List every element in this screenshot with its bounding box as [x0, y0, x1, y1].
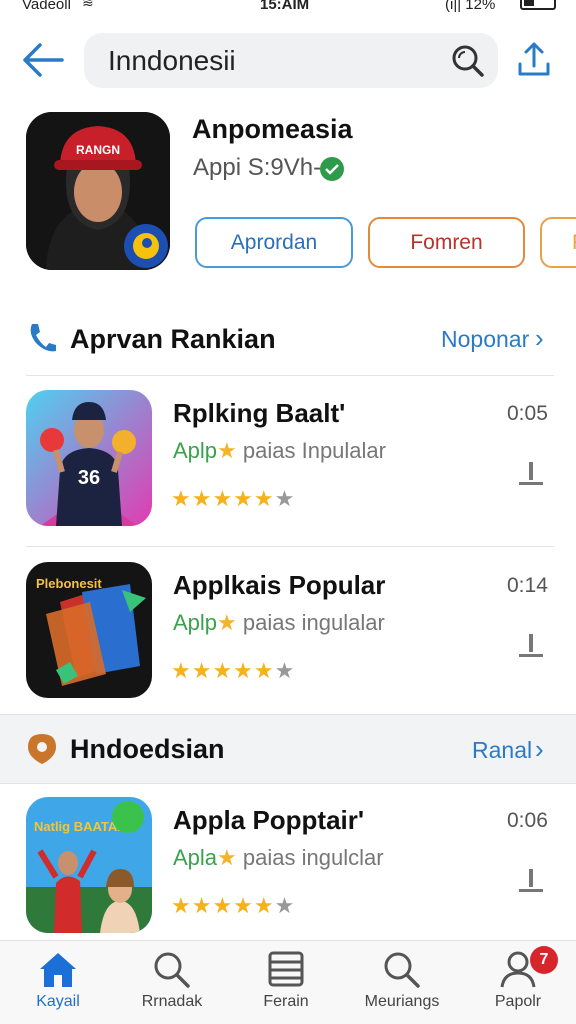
section-link[interactable]: Ranal	[472, 737, 532, 764]
verified-check-icon	[320, 157, 344, 181]
search-icon	[154, 952, 190, 988]
tab-search[interactable]: Rrnadak	[122, 949, 222, 1011]
search-input[interactable]: Inndonesii	[108, 45, 236, 77]
search-icon[interactable]	[450, 43, 486, 79]
featured-app-title: Anpomeasia	[192, 114, 353, 144]
rating-stars: ★★★★★★	[171, 658, 296, 683]
list-icon	[268, 951, 304, 987]
app-name: Applkais Popular	[173, 570, 386, 600]
app-artwork: Plebonesit	[26, 562, 152, 698]
section-title: Hndoedsian	[70, 734, 225, 764]
action-button-primary[interactable]: Aprordan	[195, 217, 353, 268]
tab-explore[interactable]: Meuriangs	[352, 949, 452, 1011]
download-icon[interactable]	[516, 460, 546, 488]
app-duration: 0:05	[507, 402, 548, 425]
list-item[interactable]: Natlig BAATAIVS Appla Popptair' Apla★ pa…	[0, 797, 576, 957]
back-arrow-icon	[23, 43, 64, 77]
icon-text: Plebonesit	[36, 576, 102, 591]
featured-app-artwork: RANGN	[26, 112, 170, 270]
home-icon	[40, 953, 76, 987]
battery-label: (i|| 12%	[445, 0, 496, 13]
app-icon: Natlig BAATAIVS	[26, 797, 152, 933]
notification-badge: 7	[530, 946, 558, 974]
wifi-icon: ≋	[82, 0, 94, 10]
battery-icon	[520, 0, 556, 10]
app-artwork: 36	[26, 390, 152, 526]
app-artwork: Natlig BAATAIVS	[26, 797, 152, 933]
tab-label: Ferain	[263, 993, 309, 1010]
app-description: Aplp★ paias ingulalar	[173, 610, 385, 635]
download-icon[interactable]	[516, 632, 546, 660]
tab-bar: Kayail Rrnadak Ferain Meuriangs Papolr	[0, 940, 576, 1024]
app-icon: 36	[26, 390, 152, 526]
section-link[interactable]: Noponar	[441, 326, 529, 353]
app-duration: 0:14	[507, 574, 548, 597]
featured-app-subtitle: Appi S:9Vh-	[193, 154, 322, 181]
search-bar[interactable]: Inndonesii	[84, 33, 498, 88]
jersey-number: 36	[78, 467, 100, 489]
action-button-secondary[interactable]: Fomren	[368, 217, 525, 268]
section-header-ranking: Aprvan Rankian Noponar ›	[0, 318, 576, 363]
status-bar: Vadeoll ≋ 15:AIM (i|| 12%	[0, 0, 576, 14]
chevron-right-icon[interactable]: ›	[535, 323, 544, 354]
rating-stars: ★★★★★★	[171, 893, 296, 918]
app-icon: Plebonesit	[26, 562, 152, 698]
section-header-indonesian: Hndoedsian Ranal ›	[0, 730, 576, 770]
back-button[interactable]	[20, 40, 66, 80]
tab-label: Meuriangs	[364, 993, 440, 1010]
app-name: Rplking Baalt'	[173, 398, 346, 428]
rating-stars: ★★★★★★	[171, 486, 296, 511]
list-item[interactable]: Plebonesit Applkais Popular Aplp★ paias …	[0, 562, 576, 722]
featured-app-icon[interactable]: RANGN	[26, 112, 170, 270]
clock: 15:AIM	[260, 0, 310, 13]
divider	[26, 546, 554, 547]
location-pin-icon	[28, 734, 56, 764]
app-name: Appla Popptair'	[173, 805, 365, 835]
share-icon	[518, 42, 550, 76]
carrier-label: Vadeoll	[22, 0, 71, 13]
download-icon[interactable]	[516, 867, 546, 895]
app-description: Aplp★ paias Inpulalar	[173, 438, 386, 463]
chevron-right-icon[interactable]: ›	[535, 734, 544, 765]
tab-label: Rrnadak	[141, 993, 203, 1010]
tab-home[interactable]: Kayail	[8, 949, 108, 1011]
cap-text: RANGN	[76, 143, 120, 157]
tab-label: Papolr	[494, 993, 542, 1010]
section-title: Aprvan Rankian	[70, 324, 276, 354]
tab-label: Kayail	[36, 993, 80, 1010]
search-icon	[384, 952, 420, 988]
tab-list[interactable]: Ferain	[236, 949, 336, 1011]
list-item[interactable]: 36 Rplking Baalt' Aplp★ paias Inpulalar …	[0, 390, 576, 550]
phone-icon	[30, 324, 56, 352]
app-description: Apla★ paias ingulclar	[173, 845, 384, 870]
app-duration: 0:06	[507, 809, 548, 832]
share-button[interactable]	[514, 40, 554, 82]
divider	[26, 375, 554, 376]
action-button-tertiary[interactable]: F	[540, 217, 576, 268]
